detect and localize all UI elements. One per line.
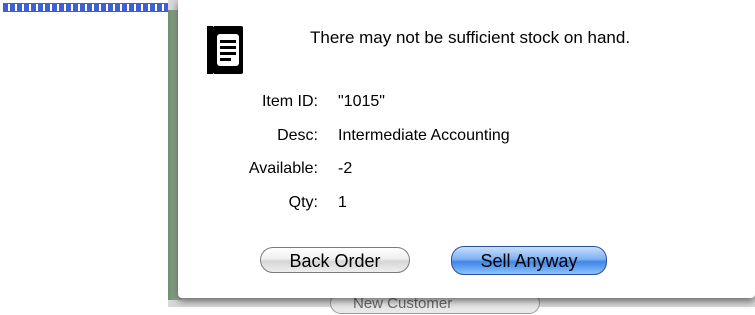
desc-label: Desc: [277,127,318,144]
back-order-button[interactable]: Back Order [260,247,410,273]
available-label: Available: [248,160,318,177]
qty-value: 1 [338,194,347,211]
qty-label: Qty: [288,194,318,211]
desc-value: Intermediate Accounting [338,127,510,144]
alert-sheet: There may not be sufficient stock on han… [178,0,755,298]
corrupted-title-text [3,3,171,12]
available-value: -2 [338,160,353,177]
document-alert-icon [205,24,245,76]
alert-message: There may not be sufficient stock on han… [310,28,631,47]
sell-anyway-button[interactable]: Sell Anyway [451,246,607,275]
item-id-value: "1015" [338,93,385,110]
item-id-label: Item ID: [261,93,318,110]
